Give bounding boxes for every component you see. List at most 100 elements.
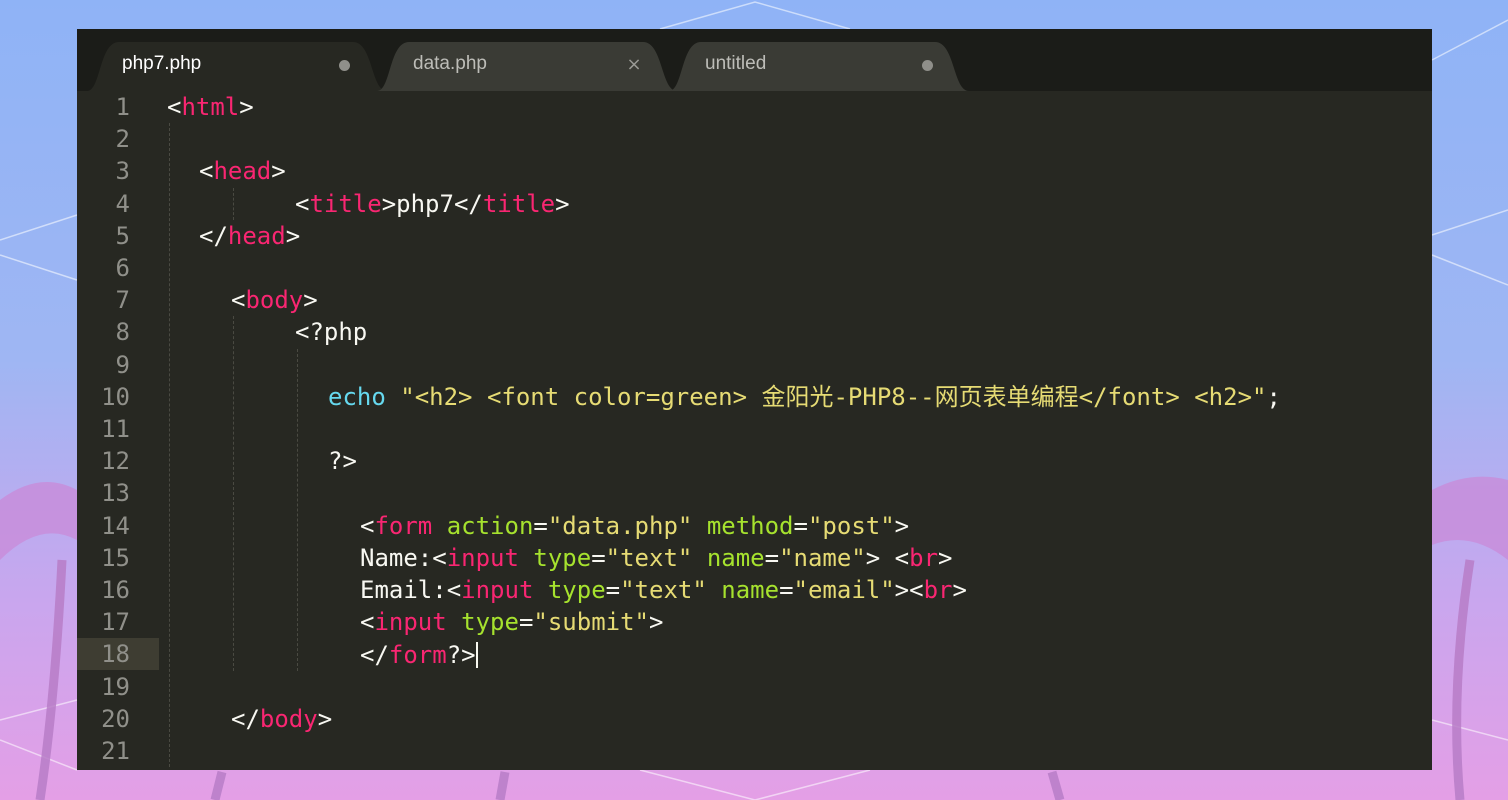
code-text: </form?> [360, 641, 478, 670]
code-token: < [360, 511, 375, 540]
code-text: <title>php7</title> [295, 192, 570, 216]
code-text: echo "<h2> <font color=green> 金阳光-PHP8--… [328, 385, 1281, 409]
code-token: = [793, 511, 808, 540]
code-token: > [303, 286, 318, 315]
code-text: <body> [231, 288, 318, 312]
code-token: > [952, 576, 967, 604]
indent-guide [297, 348, 298, 671]
code-token: >< [894, 576, 924, 604]
code-text: Name:<input type="text" name="name"> <br… [360, 546, 952, 570]
code-token: body [259, 704, 318, 733]
code-line[interactable]: 2 [77, 123, 1432, 155]
code-token: < [360, 608, 375, 637]
code-token: < [231, 286, 246, 315]
code-token: > [649, 608, 664, 637]
tab-data-php[interactable]: data.php × [377, 42, 677, 91]
code-token: Name:< [360, 543, 447, 572]
code-token: type [461, 608, 519, 637]
code-line[interactable]: 16 Email:<input type="text" name="email">… [77, 574, 1432, 606]
code-token: "submit" [533, 608, 649, 637]
code-token: </ [231, 704, 260, 733]
code-token: > [938, 543, 953, 572]
code-text: </head> [199, 224, 300, 248]
code-token: = [518, 608, 534, 637]
line-number: 2 [115, 125, 130, 154]
code-line[interactable]: 3 <head> [77, 155, 1432, 187]
code-token: name [721, 576, 780, 604]
line-number: 21 [101, 737, 130, 765]
tab-close-icon[interactable]: × [624, 55, 644, 75]
tab-modified-dot-icon[interactable] [917, 55, 937, 75]
code-token: "text" [605, 543, 693, 572]
code-token: echo [328, 382, 386, 411]
line-number: 6 [115, 254, 130, 282]
code-line[interactable]: 21 [77, 735, 1432, 767]
code-line[interactable]: 18 </form?> [77, 638, 1432, 671]
tab-untitled[interactable]: untitled [669, 42, 969, 91]
code-token: < [295, 189, 310, 218]
code-token: <?php [295, 318, 368, 347]
code-token: br [909, 543, 939, 572]
code-token: > [555, 189, 570, 218]
code-line[interactable]: 20 </body> [77, 703, 1432, 735]
code-token: method [706, 511, 794, 540]
code-line[interactable]: 5 </head> [77, 220, 1432, 252]
line-number: 20 [101, 704, 130, 733]
code-token: "email" [793, 576, 895, 604]
code-token: = [605, 576, 621, 604]
code-text: Email:<input type="text" name="email"><b… [360, 578, 967, 602]
code-line[interactable]: 13 [77, 477, 1432, 509]
code-line[interactable]: 11 [77, 413, 1432, 445]
code-line[interactable]: 9 [77, 349, 1432, 381]
line-number: 15 [101, 543, 130, 572]
code-token: > [239, 93, 254, 121]
code-token: html [181, 93, 240, 121]
code-token: "post" [807, 511, 895, 540]
indent-guide [233, 187, 234, 220]
code-line[interactable]: 19 [77, 671, 1432, 703]
line-number: 14 [101, 511, 130, 540]
code-line[interactable]: 15 Name:<input type="text" name="name"> <… [77, 542, 1432, 574]
line-number: 12 [101, 447, 130, 476]
tab-modified-dot-icon[interactable] [334, 55, 354, 75]
code-token: > < [865, 543, 910, 572]
code-line[interactable]: 1 <html> [77, 91, 1432, 123]
code-line[interactable]: 8 <?php [77, 316, 1432, 348]
code-token: > [894, 511, 910, 540]
code-line[interactable]: 7 <body> [77, 284, 1432, 316]
code-token: type [547, 576, 606, 604]
tab-bar: php7.php data.php × untitled [77, 29, 1432, 91]
code-text: <head> [199, 159, 286, 183]
tab-label: php7.php [122, 53, 202, 74]
code-area[interactable]: 1 <html> 2 3 <head> 4 <title>php7</title> 5 </he… [77, 91, 1432, 770]
code-token: "data.php" [547, 511, 693, 540]
code-line[interactable]: 17 <input type="submit"> [77, 606, 1432, 638]
tab-php7-php[interactable]: php7.php [87, 42, 387, 91]
line-number: 3 [115, 157, 130, 186]
code-token: </ [199, 221, 228, 250]
code-token: >php7</ [381, 189, 483, 218]
code-line[interactable]: 12 ?> [77, 445, 1432, 477]
line-number: 13 [101, 479, 130, 508]
line-number: 18 [101, 640, 130, 669]
line-number: 8 [115, 318, 130, 347]
code-token: </ [360, 641, 389, 670]
code-token: br [923, 576, 953, 604]
code-line[interactable]: 14 <form action="data.php" method="post"> [77, 510, 1432, 542]
code-token: > [285, 221, 301, 250]
code-token: action [446, 511, 534, 540]
code-token: > [317, 704, 333, 733]
code-line[interactable]: 6 [77, 252, 1432, 284]
code-line[interactable]: 10 echo "<h2> <font color=green> 金阳光-PHP8… [77, 381, 1432, 413]
code-editor-window: php7.php data.php × untitled 1 <html> 2 3 <h… [77, 29, 1432, 770]
code-token: form [388, 641, 447, 670]
code-line[interactable]: 4 <title>php7</title> [77, 188, 1432, 220]
line-number: 10 [101, 382, 130, 411]
line-number: 1 [115, 93, 130, 121]
code-token: = [764, 543, 780, 572]
code-text: <html> [167, 95, 254, 119]
line-number: 17 [101, 608, 130, 637]
